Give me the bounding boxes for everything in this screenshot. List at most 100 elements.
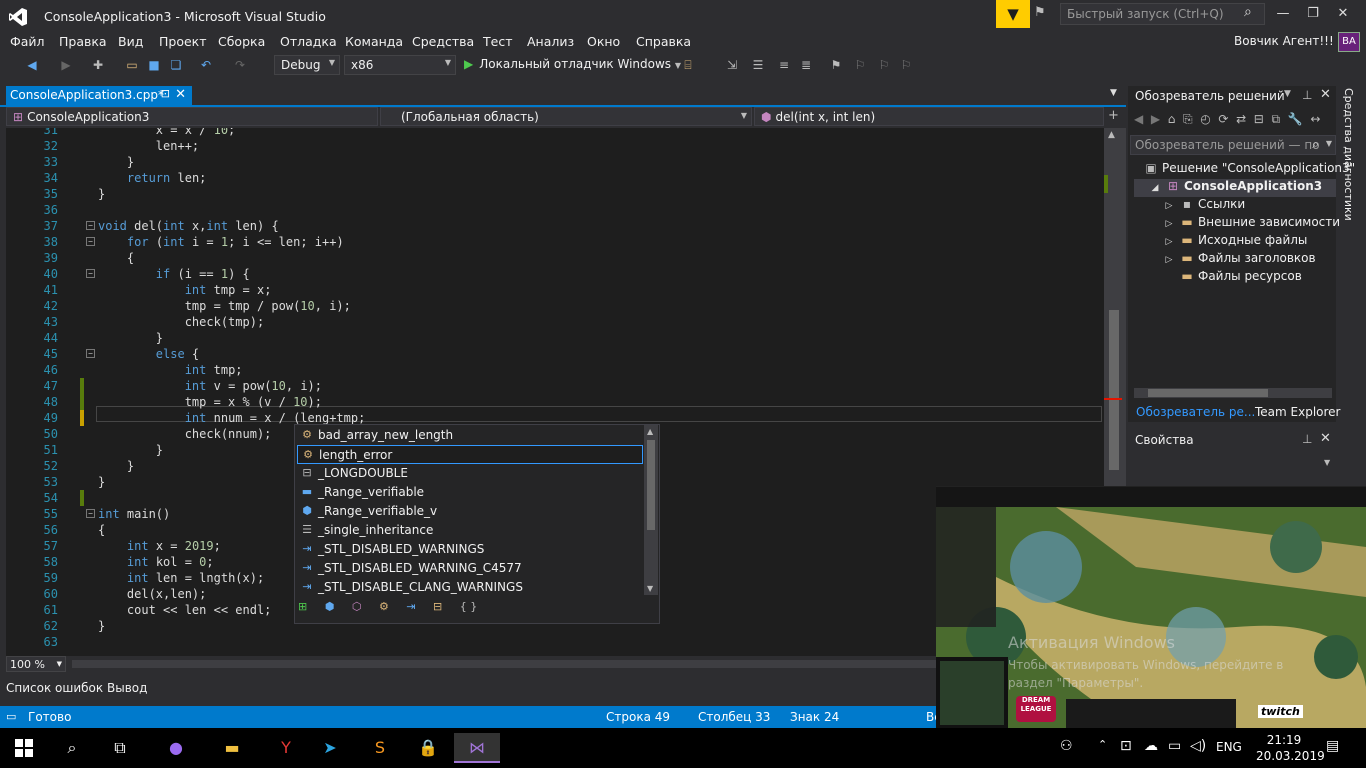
prev-bookmark-icon[interactable]: ⚐	[852, 57, 868, 73]
next-bookmark-icon[interactable]: ⚐	[876, 57, 892, 73]
yandex-browser-icon[interactable]: Y	[270, 733, 302, 763]
network-icon[interactable]: ⊡	[1120, 738, 1132, 754]
intellisense-item[interactable]: ⚙ length_error	[297, 445, 643, 464]
intellisense-item[interactable]: ▬ _Range_verifiable	[297, 483, 643, 502]
global-scope-select[interactable]: (Глобальная область) ▼	[380, 107, 752, 126]
filter-types-icon[interactable]: ⚙	[379, 600, 389, 613]
pin-icon[interactable]: ⊡	[161, 87, 170, 100]
forward-icon[interactable]: ▶	[1151, 112, 1160, 126]
intellisense-scroll-thumb[interactable]	[647, 440, 655, 530]
split-icon[interactable]: +	[1108, 108, 1119, 123]
collapse-icon[interactable]: −	[86, 509, 95, 518]
notifications-filter-icon[interactable]: ▼	[996, 0, 1030, 28]
tab-document[interactable]: ConsoleApplication3.cpp* ⊡ ✕	[6, 86, 192, 105]
sublime-text-icon[interactable]: S	[364, 733, 396, 763]
config-select[interactable]: Debug ▼	[274, 55, 340, 75]
chevron-down-icon[interactable]: ▼	[1326, 139, 1332, 148]
undo-icon[interactable]: ↶	[198, 57, 214, 73]
pin-icon[interactable]: ⊥	[1302, 88, 1312, 102]
solution-tree-item[interactable]: ▷ ▬ Исходные файлы	[1134, 233, 1308, 251]
solution-tree-item[interactable]: ◢ ⊞ ConsoleApplication3	[1134, 179, 1336, 197]
sync-icon[interactable]: ⇄	[1236, 112, 1246, 126]
visual-studio-taskbar-icon[interactable]: ⋈	[454, 733, 500, 763]
forward-icon[interactable]: ▶	[58, 57, 74, 73]
expand-arrow-icon[interactable]: ▷	[1162, 255, 1176, 265]
collapse-icon[interactable]: −	[86, 269, 95, 278]
open-file-icon[interactable]: ▭	[124, 57, 140, 73]
notifications-icon[interactable]: ▤	[1326, 738, 1339, 754]
quick-launch-input[interactable]: Быстрый запуск (Ctrl+Q)	[1060, 3, 1265, 25]
intellisense-item[interactable]: ⊟ _LONGDOUBLE	[297, 464, 643, 483]
alice-assistant-icon[interactable]: ●	[160, 733, 192, 763]
menu-view[interactable]: Вид	[118, 34, 143, 49]
code-line[interactable]: 32 len++;	[6, 138, 1104, 154]
tab-team-explorer[interactable]: Team Explorer	[1255, 405, 1341, 419]
filter-members-icon[interactable]: ⊞	[298, 600, 307, 613]
chevron-down-icon[interactable]: ▼	[1284, 89, 1291, 99]
lock-icon[interactable]: 🔒	[412, 733, 444, 763]
step-icon[interactable]: ⇲	[724, 57, 740, 73]
find-in-files-icon[interactable]: ⌸	[680, 57, 696, 73]
solution-search-input[interactable]: Обозреватель решений — по ⌕ ▼	[1130, 135, 1336, 155]
tab-output[interactable]: Вывод	[107, 681, 147, 695]
comment-icon[interactable]: ≡	[776, 57, 792, 73]
code-line[interactable]: 39 {	[6, 250, 1104, 266]
filter-macros-icon[interactable]: ⇥	[406, 600, 415, 613]
preview-icon[interactable]: ↔	[1310, 112, 1320, 126]
intellisense-item[interactable]: ☰ _single_inheritance	[297, 521, 643, 540]
code-line[interactable]: 36	[6, 202, 1104, 218]
code-line[interactable]: 42 tmp = tmp / pow(10, i);	[6, 298, 1104, 314]
maximize-icon[interactable]: ❐	[1304, 6, 1322, 24]
code-line[interactable]: 45 − else {	[6, 346, 1104, 362]
menu-file[interactable]: Файл	[10, 34, 45, 49]
intellisense-item[interactable]: ⇥ _STL_DISABLED_WARNING_C4577	[297, 559, 643, 578]
function-scope-select[interactable]: ⬢ del(int x, int len)	[754, 107, 1104, 126]
search-icon[interactable]: ⌕	[1312, 137, 1319, 152]
project-scope-select[interactable]: ⊞ ConsoleApplication3	[6, 107, 378, 126]
avatar[interactable]: BA	[1338, 32, 1360, 52]
close-window-icon[interactable]: ✕	[1334, 6, 1352, 24]
intellisense-item[interactable]: ⚙ bad_array_new_length	[297, 426, 643, 445]
search-icon[interactable]: ⌕	[56, 733, 88, 763]
minimize-icon[interactable]: —	[1274, 6, 1292, 24]
show-hidden-icons-icon[interactable]: ⌃	[1098, 738, 1107, 751]
menu-build[interactable]: Сборка	[218, 34, 265, 49]
solution-tree-item[interactable]: ▣ Решение "ConsoleApplication3"	[1134, 161, 1355, 179]
back-icon[interactable]: ◀	[1134, 112, 1143, 126]
solution-tree-item[interactable]: ▬ Файлы ресурсов	[1134, 269, 1301, 287]
expand-arrow-icon[interactable]: ▷	[1162, 201, 1176, 211]
tab-dropdown-icon[interactable]: ▼	[1110, 88, 1117, 98]
code-line[interactable]: 33 }	[6, 154, 1104, 170]
scroll-down-icon[interactable]: ▼	[647, 584, 653, 593]
history-icon[interactable]: ◴	[1200, 112, 1210, 126]
menu-window[interactable]: Окно	[587, 34, 620, 49]
telegram-icon[interactable]: ➤	[314, 733, 346, 763]
solution-hscrollbar[interactable]	[1134, 388, 1332, 398]
menu-tools[interactable]: Средства	[412, 34, 474, 49]
scroll-up-icon[interactable]: ▲	[1108, 130, 1115, 140]
properties-icon[interactable]: 🔧	[1288, 112, 1303, 126]
code-line[interactable]: 48 tmp = x % (v / 10);	[6, 394, 1104, 410]
save-all-icon[interactable]: ❏	[168, 57, 184, 73]
filter-classes-icon[interactable]: ⬢	[325, 600, 335, 613]
new-project-icon[interactable]: ✚	[90, 57, 106, 73]
diagnostics-tools-tab[interactable]: Средства диагностики	[1342, 88, 1355, 221]
display-icon[interactable]: ▭	[1168, 738, 1181, 754]
expand-arrow-icon[interactable]: ▷	[1162, 219, 1176, 229]
code-line[interactable]: 37 − void del(int x,int len) {	[6, 218, 1104, 234]
menu-help[interactable]: Справка	[636, 34, 691, 49]
code-line[interactable]: 38 − for (int i = 1; i <= len; i++)	[6, 234, 1104, 250]
redo-icon[interactable]: ↷	[232, 57, 248, 73]
cloud-icon[interactable]: ☁	[1144, 738, 1158, 754]
feedback-icon[interactable]: ⚑	[1034, 5, 1054, 25]
collapse-all-icon[interactable]: ⊟	[1254, 112, 1264, 126]
close-tab-icon[interactable]: ✕	[175, 87, 186, 102]
solution-hscroll-thumb[interactable]	[1148, 389, 1268, 397]
task-view-icon[interactable]: ⧉	[104, 733, 136, 763]
solution-tree-item[interactable]: ▷ ▪ Ссылки	[1134, 197, 1246, 215]
expanded-arrow-icon[interactable]: ◢	[1148, 183, 1162, 193]
editor-scroll-thumb[interactable]	[1109, 310, 1119, 470]
scroll-up-icon[interactable]: ▲	[647, 427, 653, 436]
menu-team[interactable]: Команда	[345, 34, 403, 49]
code-line[interactable]: 31 x = x / 10;	[6, 128, 1104, 138]
